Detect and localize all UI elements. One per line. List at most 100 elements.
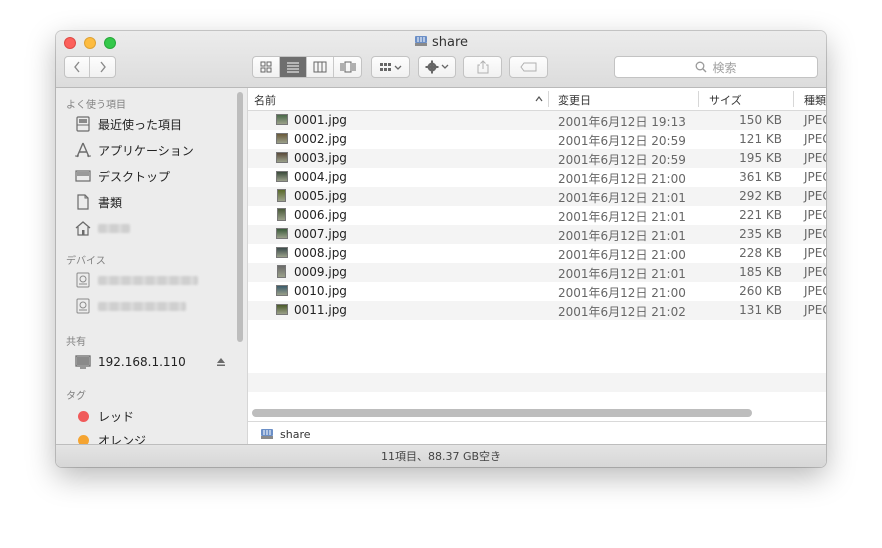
file-date: 2001年6月12日 21:01	[558, 229, 686, 243]
column-header: 名前 変更日 サイズ 種類	[248, 88, 826, 111]
table-row[interactable]: 0005.jpg 2001年6月12日 21:01 292 KB JPEG	[248, 187, 826, 206]
column-kind[interactable]: 種類	[804, 92, 826, 108]
chevron-left-icon	[74, 61, 80, 73]
search-field[interactable]: 検索	[614, 56, 818, 78]
table-row[interactable]: 0003.jpg 2001年6月12日 20:59 195 KB JPEG	[248, 149, 826, 168]
file-size: 185 KB	[739, 265, 782, 279]
network-drive-icon	[414, 36, 427, 46]
icon-view-button[interactable]	[253, 57, 280, 77]
file-size: 292 KB	[739, 189, 782, 203]
sidebar-item-recents[interactable]: 最近使った項目	[74, 114, 182, 134]
file-date: 2001年6月12日 19:13	[558, 115, 686, 129]
file-name: 0007.jpg	[294, 227, 347, 241]
image-thumbnail-icon	[277, 265, 286, 278]
sidebar-item-label: レッド	[98, 409, 135, 424]
file-name: 0010.jpg	[294, 284, 347, 298]
view-mode-control	[252, 56, 362, 78]
tag-button[interactable]	[509, 56, 548, 78]
table-row[interactable]: 0010.jpg 2001年6月12日 21:00 260 KB JPEG	[248, 282, 826, 301]
back-button[interactable]	[65, 57, 91, 77]
file-name: 0011.jpg	[294, 303, 347, 317]
applications-icon	[74, 141, 92, 159]
eject-icon[interactable]	[216, 357, 226, 367]
file-kind: JPEG	[804, 170, 826, 184]
table-row[interactable]: 0002.jpg 2001年6月12日 20:59 121 KB JPEG	[248, 130, 826, 149]
action-button[interactable]	[418, 56, 456, 78]
status-bar: 11項目、88.37 GB空き	[56, 444, 826, 467]
image-thumbnail-icon	[276, 152, 288, 163]
column-view-button[interactable]	[307, 57, 334, 77]
file-kind: JPEG	[804, 151, 826, 165]
sidebar-item-label: 書類	[98, 195, 123, 210]
file-date: 2001年6月12日 21:00	[558, 248, 686, 262]
cover-flow-button[interactable]	[334, 57, 361, 77]
redacted-label	[98, 223, 130, 233]
sidebar-item-label: 192.168.1.110	[98, 355, 186, 369]
sort-ascending-icon	[535, 96, 543, 102]
file-kind: JPEG	[804, 132, 826, 146]
sidebar-item-device[interactable]	[74, 296, 186, 316]
status-text: 11項目、88.37 GB空き	[380, 450, 502, 463]
table-row[interactable]: 0004.jpg 2001年6月12日 21:00 361 KB JPEG	[248, 168, 826, 187]
hard-disk-icon	[74, 271, 92, 289]
table-row[interactable]: 0007.jpg 2001年6月12日 21:01 235 KB JPEG	[248, 225, 826, 244]
network-drive-icon	[261, 429, 273, 439]
file-name: 0004.jpg	[294, 170, 347, 184]
sidebar: よく使う項目 最近使った項目 アプリケーション デスクトップ 書類 デバイス 共…	[56, 88, 248, 444]
devices-header: デバイス	[66, 256, 106, 267]
gear-icon	[425, 60, 449, 74]
table-row[interactable]: 0008.jpg 2001年6月12日 21:00 228 KB JPEG	[248, 244, 826, 263]
file-name: 0006.jpg	[294, 208, 347, 222]
file-name: 0002.jpg	[294, 132, 347, 146]
file-kind: JPEG	[804, 189, 826, 203]
cover-flow-icon	[340, 61, 355, 73]
red-tag-icon	[74, 407, 92, 425]
sidebar-item-applications[interactable]: アプリケーション	[74, 140, 194, 160]
sidebar-item-tag-red[interactable]: レッド	[74, 406, 134, 426]
table-row[interactable]: 0006.jpg 2001年6月12日 21:01 221 KB JPEG	[248, 206, 826, 225]
file-date: 2001年6月12日 20:59	[558, 153, 686, 167]
file-size: 361 KB	[739, 170, 782, 184]
share-icon	[477, 60, 488, 74]
image-thumbnail-icon	[276, 285, 288, 296]
favorites-header: よく使う項目	[66, 100, 126, 111]
table-row[interactable]: 0011.jpg 2001年6月12日 21:02 131 KB JPEG	[248, 301, 826, 320]
sidebar-item-device[interactable]	[74, 270, 198, 290]
table-row[interactable]: 0009.jpg 2001年6月12日 21:01 185 KB JPEG	[248, 263, 826, 282]
file-size: 121 KB	[739, 132, 782, 146]
share-button[interactable]	[463, 56, 502, 78]
orange-tag-icon	[74, 431, 92, 444]
file-date: 2001年6月12日 21:01	[558, 191, 686, 205]
path-bar-label[interactable]: share	[280, 428, 311, 441]
sidebar-scrollbar[interactable]	[237, 92, 243, 342]
forward-button[interactable]	[90, 57, 115, 77]
file-date: 2001年6月12日 21:00	[558, 172, 686, 186]
image-thumbnail-icon	[277, 208, 286, 221]
file-kind: JPEG	[804, 303, 826, 317]
shared-header: 共有	[66, 337, 86, 348]
sidebar-item-tag-orange[interactable]: オレンジ	[74, 430, 146, 444]
file-size: 260 KB	[739, 284, 782, 298]
file-date: 2001年6月12日 21:02	[558, 305, 686, 319]
column-name[interactable]: 名前	[254, 92, 276, 108]
path-bar: share	[248, 421, 826, 446]
file-name: 0003.jpg	[294, 151, 347, 165]
table-row[interactable]: 0001.jpg 2001年6月12日 19:13 150 KB JPEG	[248, 111, 826, 130]
file-name: 0008.jpg	[294, 246, 347, 260]
sidebar-item-home[interactable]	[74, 218, 130, 238]
sidebar-item-desktop[interactable]: デスクトップ	[74, 166, 170, 186]
file-date: 2001年6月12日 21:01	[558, 267, 686, 281]
image-thumbnail-icon	[277, 189, 286, 202]
sidebar-item-documents[interactable]: 書類	[74, 192, 122, 212]
window-title-text: share	[431, 35, 469, 50]
file-size: 221 KB	[739, 208, 782, 222]
column-date[interactable]: 変更日	[558, 92, 591, 108]
arrange-button[interactable]	[371, 56, 410, 78]
list-view-button[interactable]	[280, 57, 307, 77]
sidebar-item-network-server[interactable]: 192.168.1.110	[74, 352, 186, 372]
sidebar-item-label: デスクトップ	[98, 169, 171, 184]
column-size[interactable]: サイズ	[709, 92, 742, 108]
image-thumbnail-icon	[276, 247, 288, 258]
horizontal-scrollbar[interactable]	[252, 409, 752, 417]
file-name: 0009.jpg	[294, 265, 347, 279]
